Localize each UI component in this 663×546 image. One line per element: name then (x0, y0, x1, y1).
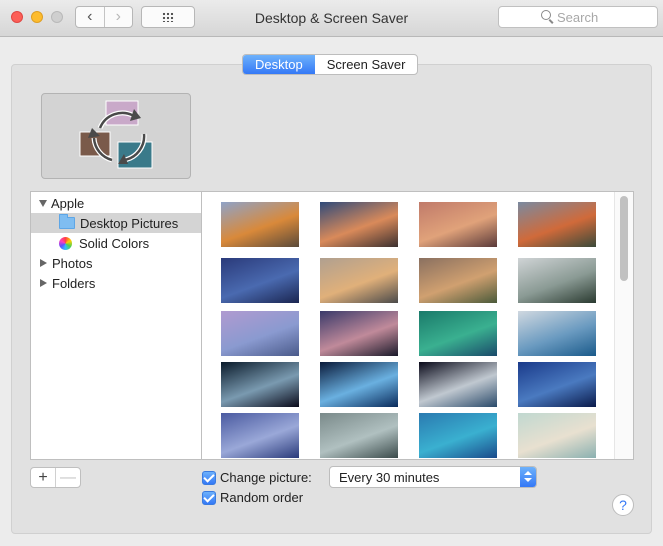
wallpaper-thumbnail[interactable] (419, 258, 497, 303)
disclosure-right-icon[interactable] (40, 279, 47, 287)
interval-select[interactable]: Every 30 minutes (329, 466, 537, 488)
sidebar-item-label: Desktop Pictures (80, 215, 179, 231)
wallpaper-thumbnail[interactable] (419, 311, 497, 356)
rotating-photos-icon (79, 100, 153, 169)
sidebar-item-label: Photos (52, 255, 93, 271)
wallpaper-thumbnail[interactable] (518, 258, 596, 303)
add-remove-buttons: + — (30, 467, 81, 488)
sidebar-item-solid-colors[interactable]: Solid Colors (31, 233, 201, 253)
title-bar: ‹ › Desktop & Screen Saver (0, 0, 663, 37)
wallpaper-thumbnail[interactable] (419, 413, 497, 458)
random-order-label: Random order (220, 490, 304, 505)
help-button[interactable]: ? (612, 494, 634, 516)
wallpaper-thumbnail[interactable] (221, 413, 299, 458)
wallpaper-thumbnail[interactable] (419, 202, 497, 247)
sidebar-item-label: Folders (52, 275, 96, 291)
wallpaper-thumbnail[interactable] (221, 258, 299, 303)
search-field[interactable] (498, 6, 658, 28)
change-picture-label: Change picture: (220, 470, 312, 485)
desktop-preview (41, 93, 191, 179)
sidebar-item-label: Solid Colors (79, 235, 150, 251)
wallpaper-thumbnail[interactable] (518, 362, 596, 407)
random-order-checkbox[interactable] (202, 491, 216, 505)
wallpaper-thumbnail[interactable] (221, 202, 299, 247)
wallpaper-thumbnail[interactable] (320, 413, 398, 458)
wallpaper-thumbnail[interactable] (320, 362, 398, 407)
grid-scrollbar[interactable] (614, 192, 633, 459)
sidebar-item-desktop-pictures[interactable]: Desktop Pictures (31, 213, 201, 233)
wallpaper-thumbnail[interactable] (221, 362, 299, 407)
wallpaper-thumbnail[interactable] (320, 311, 398, 356)
sidebar-item-apple[interactable]: Apple (31, 193, 201, 213)
wallpaper-thumbnail[interactable] (221, 311, 299, 356)
search-input[interactable] (557, 9, 652, 25)
tab-desktop[interactable]: Desktop (243, 55, 315, 74)
sidebar-item-photos[interactable]: Photos (31, 253, 201, 273)
add-folder-button[interactable]: + (31, 468, 55, 487)
wallpaper-thumbnail[interactable] (320, 258, 398, 303)
wallpaper-thumbnail[interactable] (518, 413, 596, 458)
source-list: Apple Desktop Pictures Solid Colors Phot… (30, 191, 202, 460)
disclosure-right-icon[interactable] (40, 259, 47, 267)
wallpaper-thumbnail[interactable] (518, 311, 596, 356)
wallpaper-thumbnail[interactable] (320, 202, 398, 247)
wallpaper-grid (202, 191, 634, 460)
search-icon (541, 10, 551, 20)
tab-screen-saver[interactable]: Screen Saver (315, 55, 418, 74)
change-picture-checkbox[interactable] (202, 471, 216, 485)
folder-icon (59, 214, 75, 229)
sidebar-item-folders[interactable]: Folders (31, 273, 201, 293)
remove-folder-button[interactable]: — (55, 468, 80, 487)
scroll-knob[interactable] (620, 196, 628, 281)
wallpaper-thumbnail[interactable] (518, 202, 596, 247)
color-wheel-icon (59, 236, 72, 250)
disclosure-down-icon[interactable] (39, 199, 47, 207)
select-arrows-icon (520, 467, 536, 487)
tab-bar: Desktop Screen Saver (242, 54, 419, 75)
sidebar-item-label: Apple (51, 195, 85, 211)
wallpaper-thumbnail[interactable] (419, 362, 497, 407)
interval-value: Every 30 minutes (339, 470, 440, 485)
